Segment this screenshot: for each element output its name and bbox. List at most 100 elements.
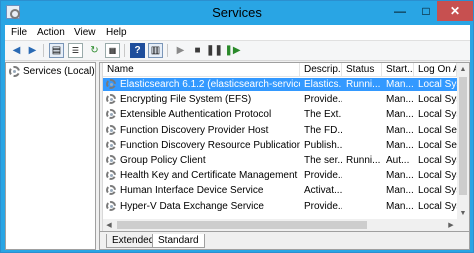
service-name: Encrypting File System (EFS) bbox=[120, 94, 252, 106]
service-description: Provide... bbox=[304, 94, 342, 106]
horizontal-scrollbar[interactable]: ◀ ▶ bbox=[103, 219, 457, 231]
services-window: Services — □ ✕ File Action View Help ◀ ▶… bbox=[0, 0, 474, 253]
start-service-button[interactable]: ▶ bbox=[173, 43, 188, 58]
service-description: Activat... bbox=[304, 185, 342, 197]
service-status bbox=[342, 139, 382, 152]
service-name: Health Key and Certificate Management bbox=[120, 170, 298, 182]
service-name: Function Discovery Provider Host bbox=[120, 124, 269, 136]
console-tree: Services (Local) bbox=[5, 62, 96, 250]
help-button[interactable]: ? bbox=[130, 43, 145, 58]
service-log-on-as: Local Syst bbox=[418, 155, 457, 166]
restart-service-icon: ❚▶ bbox=[224, 45, 241, 56]
toolbar: ◀ ▶ ▤ ☰ ↻ ▦ ? ▥ ▶ ■ ❚❚ ❚▶ bbox=[5, 41, 470, 61]
vertical-scroll-thumb[interactable] bbox=[459, 77, 467, 195]
start-service-icon: ▶ bbox=[176, 45, 185, 56]
service-description: The Ext... bbox=[304, 109, 342, 121]
service-startup-type: Man... bbox=[386, 124, 414, 136]
title-bar[interactable]: Services — □ ✕ bbox=[1, 1, 473, 25]
scroll-right-button[interactable]: ▶ bbox=[445, 219, 457, 231]
stop-service-icon: ■ bbox=[194, 45, 201, 56]
menu-view[interactable]: View bbox=[74, 27, 96, 38]
stop-service-button[interactable]: ■ bbox=[190, 43, 205, 58]
service-startup-type: Man... bbox=[386, 139, 414, 151]
pause-service-icon: ❚❚ bbox=[206, 45, 223, 56]
pause-service-button[interactable]: ❚❚ bbox=[206, 43, 223, 58]
service-startup-type: Man... bbox=[386, 109, 414, 121]
service-row[interactable]: Encrypting File System (EFS) Provide... Ma… bbox=[103, 93, 457, 106]
service-status: Runni... bbox=[346, 79, 381, 90]
service-row[interactable]: Function Discovery Provider Host The FD..… bbox=[103, 124, 457, 137]
menu-file[interactable]: File bbox=[11, 27, 27, 38]
scrollbar-corner bbox=[457, 219, 469, 231]
vertical-scrollbar[interactable]: ▲ ▼ bbox=[457, 63, 469, 219]
service-name: Group Policy Client bbox=[120, 155, 206, 166]
column-header-description[interactable]: Descrip... bbox=[300, 63, 342, 77]
properties-icon: ☰ bbox=[71, 46, 80, 55]
services-list-pane: Name Descrip... Status Start... Log On A… bbox=[99, 62, 470, 250]
service-description: The ser... bbox=[304, 155, 342, 166]
service-log-on-as: Local Syst bbox=[418, 94, 457, 106]
menu-action[interactable]: Action bbox=[37, 27, 65, 38]
service-startup-type: Man... bbox=[386, 94, 414, 106]
service-row[interactable]: Function Discovery Resource Publication P… bbox=[103, 139, 457, 152]
horizontal-scroll-thumb[interactable] bbox=[117, 221, 367, 229]
column-header-name[interactable]: Name bbox=[103, 63, 300, 77]
service-status bbox=[342, 169, 382, 182]
maximize-button[interactable]: □ bbox=[413, 1, 439, 21]
service-startup-type: Man... bbox=[386, 170, 414, 182]
service-row[interactable]: Human Interface Device Service Activat...… bbox=[103, 184, 457, 197]
service-status bbox=[342, 93, 382, 106]
scroll-up-button[interactable]: ▲ bbox=[457, 63, 469, 75]
service-row[interactable]: Hyper-V Data Exchange Service Provide... M… bbox=[103, 200, 457, 213]
show-action-pane-icon: ▥ bbox=[150, 45, 161, 56]
column-headers: Name Descrip... Status Start... Log On A… bbox=[103, 63, 457, 77]
toolbar-separator bbox=[124, 44, 125, 57]
toolbar-separator bbox=[167, 44, 168, 57]
service-log-on-as: Local Syst bbox=[418, 109, 457, 121]
service-status bbox=[342, 184, 382, 197]
service-name: Hyper-V Data Exchange Service bbox=[120, 200, 264, 212]
column-header-log-on-as[interactable]: Log On As bbox=[414, 63, 457, 77]
scroll-left-button[interactable]: ◀ bbox=[103, 219, 115, 231]
service-name: Function Discovery Resource Publication bbox=[120, 139, 300, 151]
menu-bar: File Action View Help bbox=[5, 25, 470, 41]
service-name: Extensible Authentication Protocol bbox=[120, 109, 272, 121]
properties-button[interactable]: ☰ bbox=[68, 43, 83, 58]
restart-service-button[interactable]: ❚▶ bbox=[224, 43, 241, 58]
show-console-tree-button[interactable]: ▤ bbox=[49, 43, 64, 58]
service-description: Provide... bbox=[304, 200, 342, 212]
service-status bbox=[342, 108, 382, 121]
minimize-button[interactable]: — bbox=[387, 1, 413, 21]
scroll-down-button[interactable]: ▼ bbox=[457, 207, 469, 219]
service-row[interactable]: Extensible Authentication Protocol The Ex… bbox=[103, 108, 457, 121]
service-status bbox=[342, 124, 382, 137]
service-log-on-as: Local Serv bbox=[418, 139, 457, 151]
show-action-pane-button[interactable]: ▥ bbox=[148, 43, 163, 58]
service-row[interactable]: Health Key and Certificate Management Pro… bbox=[103, 169, 457, 182]
forward-button[interactable]: ▶ bbox=[25, 43, 40, 58]
service-startup-type: Man... bbox=[386, 185, 414, 197]
scroll-down-arrow-icon: ▼ bbox=[459, 209, 467, 217]
column-header-startup-type[interactable]: Start... bbox=[382, 63, 414, 77]
menu-help[interactable]: Help bbox=[106, 27, 127, 38]
back-icon: ◀ bbox=[12, 45, 21, 56]
back-button[interactable]: ◀ bbox=[9, 43, 24, 58]
tree-item-label: Services (Local) bbox=[23, 66, 95, 77]
service-status: Runni... bbox=[346, 155, 381, 166]
service-log-on-as: Local Syst bbox=[418, 79, 457, 90]
close-icon: ✕ bbox=[449, 4, 461, 18]
export-list-button[interactable]: ▦ bbox=[105, 43, 120, 58]
export-list-icon: ▦ bbox=[108, 46, 117, 55]
tree-item-services-local[interactable]: Services (Local) bbox=[9, 66, 95, 77]
service-row[interactable]: Group Policy Client The ser... Runni... Aut… bbox=[103, 154, 457, 167]
tab-standard[interactable]: Standard bbox=[152, 234, 205, 248]
minimize-icon: — bbox=[394, 4, 406, 18]
refresh-button[interactable]: ↻ bbox=[87, 43, 102, 58]
column-header-status[interactable]: Status bbox=[342, 63, 382, 77]
client-area: File Action View Help ◀ ▶ ▤ ☰ ↻ ▦ ? ▥ ▶ … bbox=[5, 25, 470, 250]
service-row[interactable]: Elasticsearch 6.1.2 (elasticsearch-servi… bbox=[103, 78, 457, 91]
close-button[interactable]: ✕ bbox=[437, 1, 473, 21]
toolbar-separator bbox=[43, 44, 44, 57]
service-startup-type: Man... bbox=[386, 79, 414, 90]
service-description: The FD... bbox=[304, 124, 342, 136]
